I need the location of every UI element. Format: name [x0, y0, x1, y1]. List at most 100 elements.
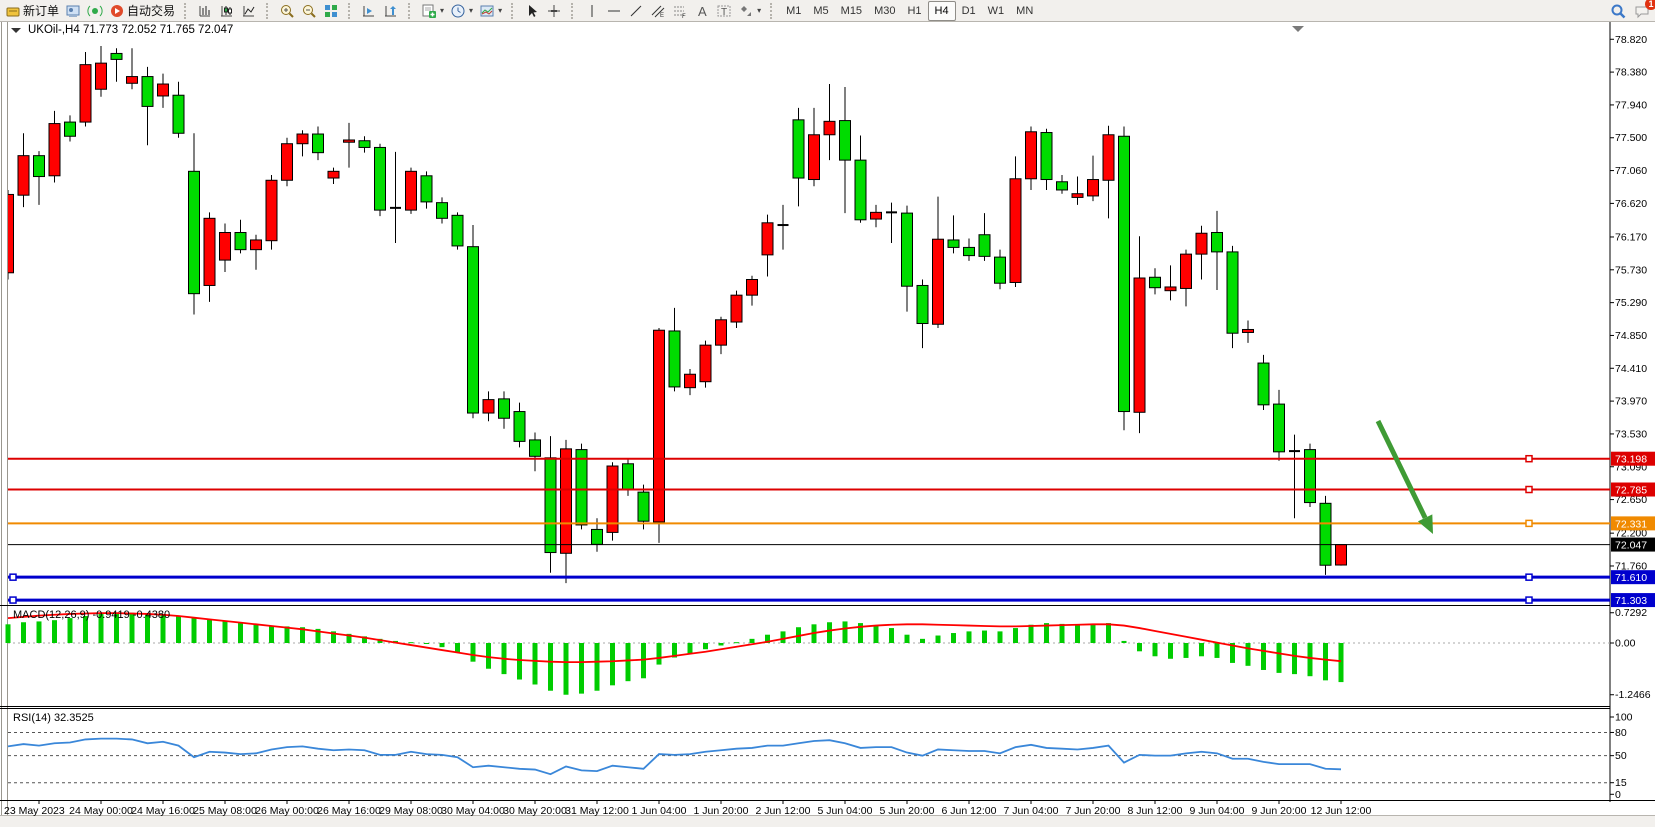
rsi-line [8, 739, 1341, 775]
time-axis-label: 2 Jun 12:00 [756, 805, 811, 817]
toolbar-separator [770, 3, 776, 19]
candle [933, 197, 944, 328]
tf-mn[interactable]: MN [1010, 2, 1039, 20]
macd-histogram-bar [579, 643, 584, 694]
arrows-tool[interactable]: ▾ [735, 1, 764, 21]
candle [747, 276, 758, 306]
chart-window-icon-button[interactable] [62, 1, 84, 21]
main-toolbar: 新订单 自动交易 ▾ ▾ ▾ E FAT ▾ M1M5M15M30H1H4D1W1MN 1 [0, 0, 1655, 22]
chart-dropdown-arrow-icon[interactable] [11, 28, 21, 33]
tf-m15[interactable]: M15 [835, 2, 868, 20]
vertical-line-tool[interactable] [581, 1, 603, 21]
time-axis-label: 29 May 08:00 [379, 805, 443, 817]
arrange-h-icon [361, 3, 377, 19]
notifications-button[interactable]: 1 [1633, 2, 1651, 20]
chart-window[interactable]: 78.82078.38077.94077.50077.06076.62076.1… [0, 22, 1655, 827]
macd-histogram-bar [843, 621, 848, 643]
dropdown-caret-icon[interactable]: ▾ [757, 6, 761, 15]
time-axis-label: 31 May 12:00 [565, 805, 629, 817]
tf-w1[interactable]: W1 [982, 2, 1011, 20]
tf-h1[interactable]: H1 [901, 2, 927, 20]
auto-scroll-button[interactable] [358, 1, 380, 21]
line-handle[interactable] [1526, 574, 1532, 580]
candle [49, 111, 60, 183]
shapes-icon [738, 3, 754, 19]
tf-m30[interactable]: M30 [868, 2, 901, 20]
line-handle[interactable] [1526, 487, 1532, 493]
line-handle[interactable] [1526, 456, 1532, 462]
fibonacci-tool[interactable]: F [669, 1, 691, 21]
price-axis-label: 76.170 [1615, 231, 1647, 243]
time-axis-label: 1 Jun 20:00 [694, 805, 749, 817]
line-handle[interactable] [1526, 597, 1532, 603]
candle [654, 328, 665, 543]
zoom-in-button[interactable] [276, 1, 298, 21]
macd-histogram-bar [781, 631, 786, 643]
candle [855, 136, 866, 223]
macd-histogram-bar [440, 643, 445, 647]
macd-histogram-bar [1013, 628, 1018, 643]
tf-d1[interactable]: D1 [956, 2, 982, 20]
candle [1336, 544, 1347, 565]
macd-histogram-bar [951, 633, 956, 643]
new-chart-button[interactable]: ▾ [418, 1, 447, 21]
candle [1227, 246, 1238, 348]
chart-shift-button[interactable] [380, 1, 402, 21]
channel-tool[interactable]: E [647, 1, 669, 21]
macd-histogram-bar [564, 643, 569, 695]
time-axis-label: 26 May 00:00 [255, 805, 319, 817]
macd-histogram-bar [1075, 625, 1080, 643]
tf-m5[interactable]: M5 [807, 2, 834, 20]
chart-shift-marker[interactable] [1292, 26, 1304, 32]
bar-chart-mode-button[interactable] [194, 1, 216, 21]
candle [793, 108, 804, 206]
auto-trading-button[interactable]: 自动交易 [106, 1, 178, 21]
toolbar-separator [511, 3, 517, 19]
new-order-button[interactable]: 新订单 [2, 1, 62, 21]
dropdown-caret-icon[interactable]: ▾ [498, 6, 502, 15]
clock-icon [450, 3, 466, 19]
time-axis-label: 7 Jun 04:00 [1004, 805, 1059, 817]
time-axis-label: 30 May 20:00 [503, 805, 567, 817]
auto-trading-button-label: 自动交易 [127, 2, 175, 19]
periods-button[interactable]: ▾ [447, 1, 476, 21]
market-watch-icon-button[interactable] [84, 1, 106, 21]
time-axis-label: 5 Jun 20:00 [880, 805, 935, 817]
tile-windows-button[interactable] [320, 1, 342, 21]
candle [1320, 496, 1331, 575]
text-tool[interactable]: A [691, 1, 713, 21]
macd-axis-label: 0.7292 [1615, 607, 1647, 619]
dropdown-caret-icon[interactable]: ▾ [440, 6, 444, 15]
rsi-axis-label: 50 [1615, 750, 1627, 762]
macd-axis-label: 0.00 [1615, 638, 1636, 650]
text-label-tool[interactable]: T [713, 1, 735, 21]
candle-chart-mode-button[interactable] [216, 1, 238, 21]
candle [483, 391, 494, 421]
line-handle[interactable] [10, 597, 16, 603]
candle [80, 52, 91, 127]
candle [1258, 355, 1269, 410]
tf-h4[interactable]: H4 [928, 1, 956, 21]
candle [948, 215, 959, 253]
candle [886, 203, 897, 243]
macd-histogram-bar [533, 643, 538, 685]
line-handle[interactable] [1526, 520, 1532, 526]
trend-arrow[interactable] [1378, 421, 1425, 518]
candle [111, 48, 122, 82]
search-button[interactable] [1609, 2, 1627, 20]
crosshair-tool-button[interactable] [543, 1, 565, 21]
svg-text:F: F [682, 14, 686, 19]
toolbar-separator [348, 3, 354, 19]
cursor-tool-button[interactable] [521, 1, 543, 21]
line-chart-mode-button[interactable] [238, 1, 260, 21]
templates-button[interactable]: ▾ [476, 1, 505, 21]
tf-m1[interactable]: M1 [780, 2, 807, 20]
candle [979, 213, 990, 261]
line-handle[interactable] [10, 574, 16, 580]
chart-candles-icon [219, 3, 235, 19]
horizontal-line-tool[interactable] [603, 1, 625, 21]
dropdown-caret-icon[interactable]: ▾ [469, 6, 473, 15]
trendline-tool[interactable] [625, 1, 647, 21]
candle [313, 127, 324, 161]
zoom-out-button[interactable] [298, 1, 320, 21]
